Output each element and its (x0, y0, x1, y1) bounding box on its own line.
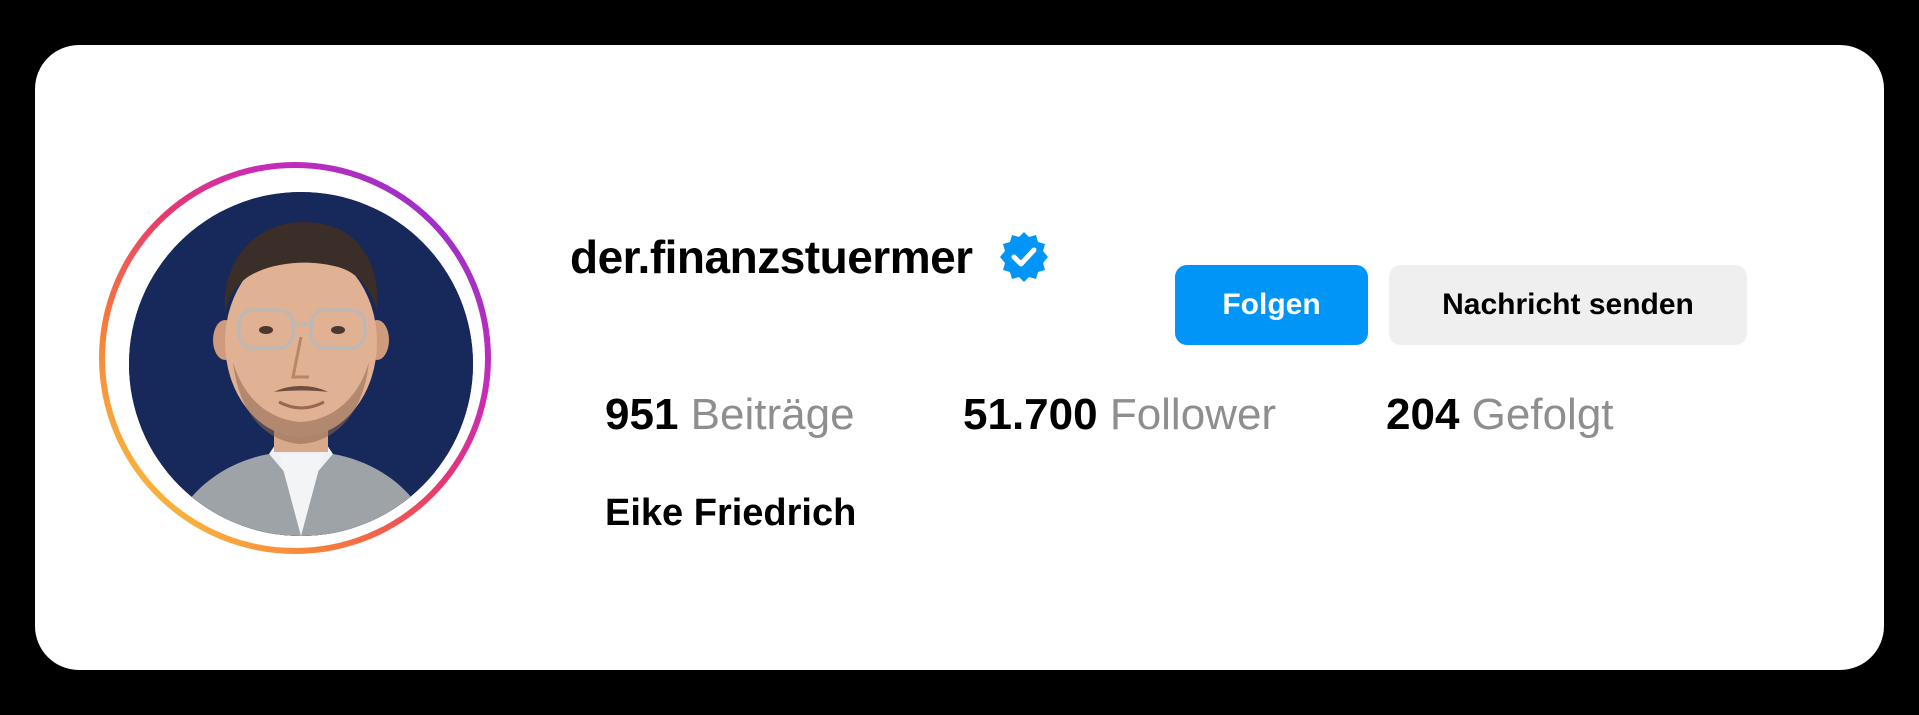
avatar-ring-gap (105, 168, 485, 548)
posts-label: Beiträge (690, 390, 855, 439)
following-count: 204 (1386, 390, 1460, 439)
username-row: der.finanzstuermer (570, 217, 1051, 297)
verified-badge-icon (997, 230, 1051, 284)
followers-label: Follower (1109, 390, 1277, 439)
send-message-button[interactable]: Nachricht senden (1389, 265, 1747, 345)
stat-followers[interactable]: 51.700 Follower (963, 390, 1276, 440)
username: der.finanzstuermer (570, 231, 973, 283)
stat-following[interactable]: 204 Gefolgt (1386, 390, 1614, 440)
follow-button[interactable]: Folgen (1175, 265, 1368, 345)
profile-card: der.finanzstuermer Folgen Nachricht send… (35, 45, 1884, 670)
profile-stats: 951 Beiträge 51.700 Follower 204 Gefolgt (35, 390, 1919, 446)
avatar[interactable] (129, 192, 473, 536)
following-label: Gefolgt (1471, 390, 1614, 439)
story-ring[interactable] (99, 162, 491, 554)
posts-count: 951 (605, 390, 679, 439)
profile-photo (129, 192, 473, 536)
followers-count: 51.700 (963, 390, 1098, 439)
stat-posts[interactable]: 951 Beiträge (605, 390, 855, 440)
full-name: Eike Friedrich (605, 492, 857, 534)
